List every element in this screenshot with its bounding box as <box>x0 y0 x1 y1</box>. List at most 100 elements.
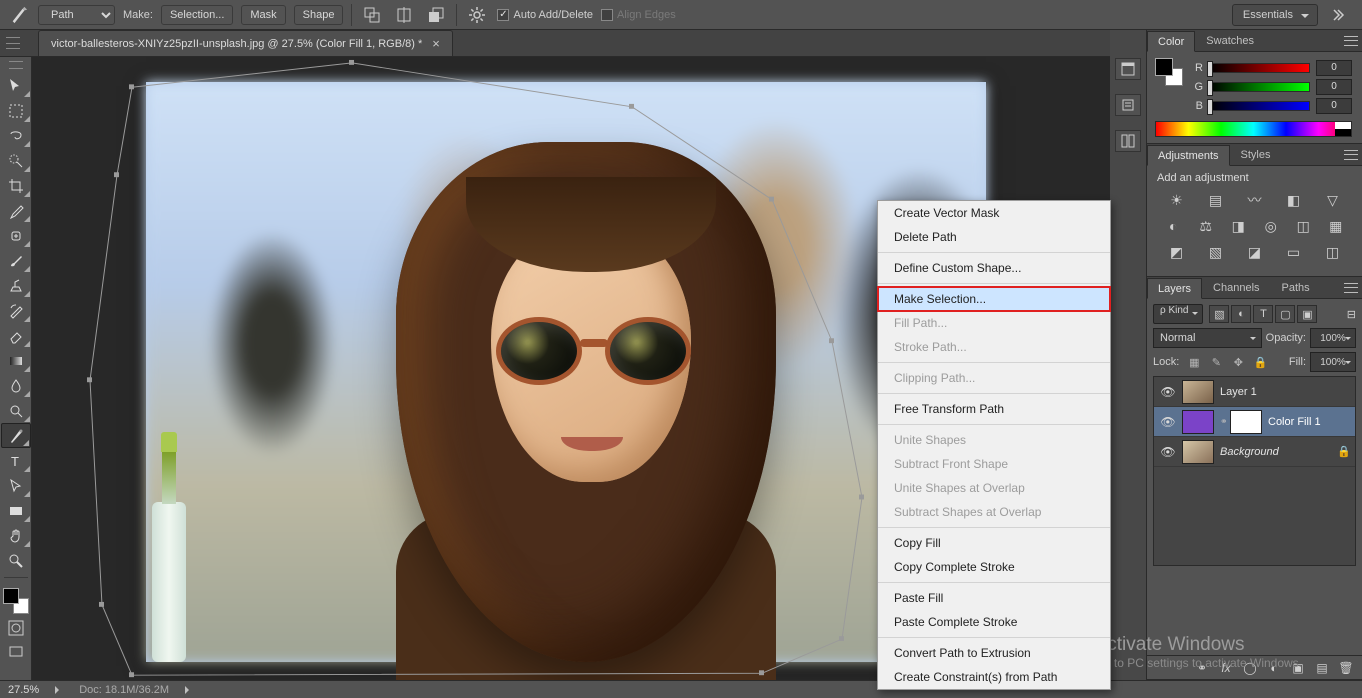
ctx-item[interactable]: Delete Path <box>878 225 1110 249</box>
fill-value[interactable]: 100% <box>1310 352 1356 372</box>
ctx-item[interactable]: Copy Fill <box>878 531 1110 555</box>
ctx-item[interactable]: Define Custom Shape... <box>878 256 1110 280</box>
path-align-icon[interactable] <box>392 3 416 27</box>
path-arrange-icon[interactable] <box>424 3 448 27</box>
adj-invert-icon[interactable]: ◩ <box>1166 242 1188 262</box>
filter-adjust-icon[interactable]: ◐ <box>1231 305 1251 323</box>
path-operations-icon[interactable] <box>360 3 384 27</box>
tab-channels[interactable]: Channels <box>1202 277 1270 298</box>
pen-tool[interactable] <box>1 423 31 448</box>
tools-grip[interactable] <box>9 61 23 69</box>
auto-add-delete-checkbox[interactable]: Auto Add/Delete <box>497 9 593 21</box>
filter-shape-icon[interactable]: ▢ <box>1275 305 1295 323</box>
lock-transparent-icon[interactable]: ▦ <box>1185 353 1203 371</box>
adj-exposure-icon[interactable]: ◧ <box>1283 190 1305 210</box>
ctx-item[interactable]: Paste Fill <box>878 586 1110 610</box>
move-tool[interactable] <box>1 73 31 98</box>
layer-name[interactable]: Color Fill 1 <box>1268 416 1355 428</box>
gradient-tool[interactable] <box>1 348 31 373</box>
visibility-toggle[interactable]: 👁 <box>1154 385 1182 399</box>
adj-curves-icon[interactable]: 〰 <box>1244 190 1266 210</box>
ctx-item[interactable]: Make Selection... <box>878 287 1110 311</box>
link-layers-icon[interactable]: ⚭ <box>1194 661 1210 675</box>
ctx-item[interactable]: Free Transform Path <box>878 397 1110 421</box>
document-canvas[interactable] <box>146 82 986 662</box>
ctx-item[interactable]: Create Constraint(s) from Path <box>878 665 1110 689</box>
ctx-item[interactable]: Convert Path to Extrusion <box>878 641 1110 665</box>
healing-brush-tool[interactable] <box>1 223 31 248</box>
new-group-icon[interactable]: ▣ <box>1290 661 1306 675</box>
filter-toggle[interactable]: ⊟ <box>1347 308 1356 321</box>
screen-mode-icon[interactable] <box>6 642 26 662</box>
collapse-panels-icon[interactable] <box>1326 8 1354 22</box>
dodge-tool[interactable] <box>1 398 31 423</box>
adj-bw-icon[interactable]: ◨ <box>1227 216 1249 236</box>
panel-menu-icon[interactable] <box>1344 281 1358 295</box>
opacity-value[interactable]: 100% <box>1310 328 1356 348</box>
g-value[interactable]: 0 <box>1316 79 1352 95</box>
ctx-item[interactable]: Create Vector Mask <box>878 201 1110 225</box>
brush-tool[interactable] <box>1 248 31 273</box>
tab-swatches[interactable]: Swatches <box>1195 30 1265 51</box>
zoom-tool[interactable] <box>1 548 31 573</box>
add-mask-icon[interactable]: ◯ <box>1242 661 1258 675</box>
crop-tool[interactable] <box>1 173 31 198</box>
quick-select-tool[interactable] <box>1 148 31 173</box>
zoom-readout[interactable]: 27.5% <box>8 684 39 696</box>
doc-size-readout[interactable]: Doc: 18.1M/36.2M <box>79 684 169 696</box>
tab-color[interactable]: Color <box>1147 31 1195 52</box>
layer-row[interactable]: 👁 Layer 1 <box>1154 377 1355 407</box>
dock-character-icon[interactable] <box>1115 130 1141 152</box>
path-select-tool[interactable] <box>1 473 31 498</box>
filter-smart-icon[interactable]: ▣ <box>1297 305 1317 323</box>
make-mask-button[interactable]: Mask <box>241 5 285 25</box>
dock-history-icon[interactable] <box>1115 58 1141 80</box>
history-brush-tool[interactable] <box>1 298 31 323</box>
delete-layer-icon[interactable]: 🗑 <box>1338 661 1354 675</box>
eraser-tool[interactable] <box>1 323 31 348</box>
blend-mode-select[interactable]: Normal <box>1153 328 1262 348</box>
layer-row[interactable]: 👁Background🔒 <box>1154 437 1355 467</box>
eyedropper-tool[interactable] <box>1 198 31 223</box>
b-value[interactable]: 0 <box>1316 98 1352 114</box>
r-slider[interactable] <box>1209 63 1310 73</box>
blur-tool[interactable] <box>1 373 31 398</box>
adj-levels-icon[interactable]: ▤ <box>1205 190 1227 210</box>
adj-threshold-icon[interactable]: ◪ <box>1244 242 1266 262</box>
panel-menu-icon[interactable] <box>1344 148 1358 162</box>
dock-properties-icon[interactable] <box>1115 94 1141 116</box>
make-shape-button[interactable]: Shape <box>294 5 344 25</box>
tab-adjustments[interactable]: Adjustments <box>1147 145 1230 166</box>
tab-layers[interactable]: Layers <box>1147 278 1202 299</box>
tab-paths[interactable]: Paths <box>1271 277 1321 298</box>
r-value[interactable]: 0 <box>1316 60 1352 76</box>
tab-styles[interactable]: Styles <box>1230 144 1282 165</box>
adj-lookup-icon[interactable]: ▦ <box>1325 216 1347 236</box>
lock-all-icon[interactable]: 🔒 <box>1251 353 1269 371</box>
quick-mask-icon[interactable] <box>6 618 26 638</box>
b-slider[interactable] <box>1209 101 1310 111</box>
status-arrow-icon[interactable] <box>185 686 193 694</box>
adj-gradient-map-icon[interactable]: ▭ <box>1283 242 1305 262</box>
new-layer-icon[interactable]: ▤ <box>1314 661 1330 675</box>
lasso-tool[interactable] <box>1 123 31 148</box>
layer-name[interactable]: Layer 1 <box>1220 386 1355 398</box>
layer-row[interactable]: 👁⚭Color Fill 1 <box>1154 407 1355 437</box>
ctx-item[interactable]: Copy Complete Stroke <box>878 555 1110 579</box>
new-fill-icon[interactable]: ◐ <box>1266 661 1282 675</box>
ctx-item[interactable]: Paste Complete Stroke <box>878 610 1110 634</box>
color-swatches[interactable] <box>3 588 29 614</box>
status-arrow-icon[interactable] <box>55 686 63 694</box>
filter-pixel-icon[interactable]: ▧ <box>1209 305 1229 323</box>
close-tab-icon[interactable]: × <box>432 36 440 51</box>
lock-position-icon[interactable]: ✥ <box>1229 353 1247 371</box>
type-tool[interactable]: T <box>1 448 31 473</box>
tab-bar-grip[interactable] <box>6 37 20 49</box>
visibility-toggle[interactable]: 👁 <box>1154 445 1182 459</box>
make-selection-button[interactable]: Selection... <box>161 5 233 25</box>
adj-channel-mixer-icon[interactable]: ◫ <box>1292 216 1314 236</box>
gear-icon[interactable] <box>465 3 489 27</box>
adj-balance-icon[interactable]: ⚖ <box>1195 216 1217 236</box>
layer-filter-kind[interactable]: ρ Kind <box>1153 304 1203 324</box>
adj-brightness-icon[interactable]: ☀ <box>1166 190 1188 210</box>
